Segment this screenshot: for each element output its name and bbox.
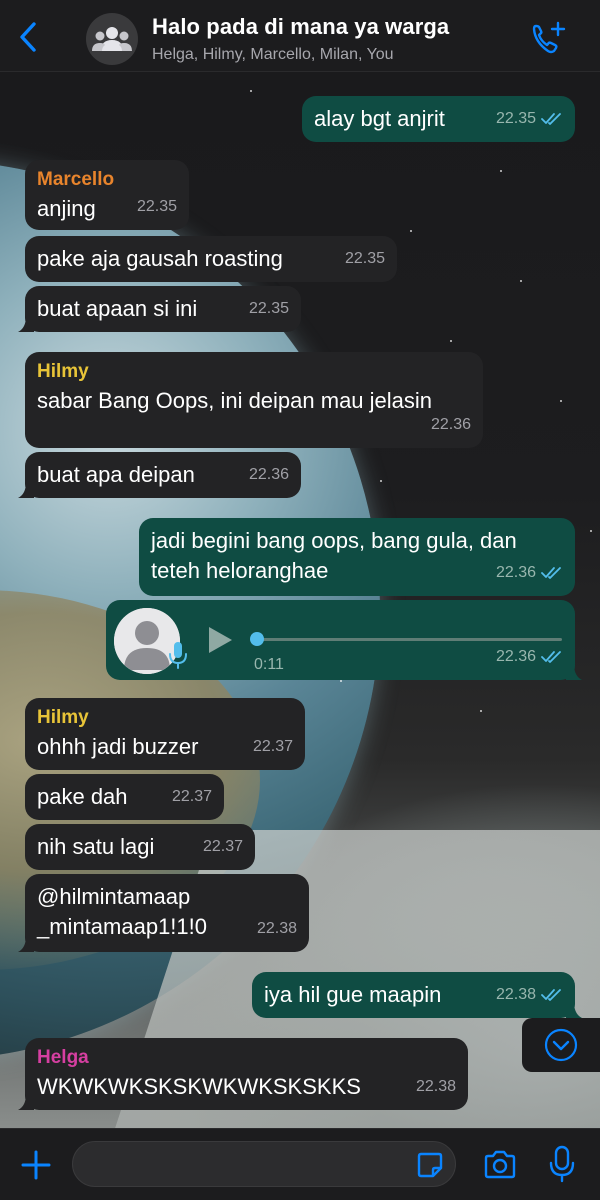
message-incoming[interactable]: Marcello anjing 22.35 [25, 160, 189, 230]
double-check-icon [541, 989, 561, 1001]
message-time: 22.38 [415, 1078, 456, 1095]
double-check-icon [541, 567, 561, 579]
message-incoming[interactable]: @hilmintamaap _mintamaap1!1!0 22.38 [18, 874, 309, 952]
message-outgoing[interactable]: iya hil gue maapin 22.38 [252, 972, 582, 1018]
wallpaper-star [590, 530, 592, 532]
play-button[interactable] [206, 625, 234, 655]
scroll-to-bottom-button[interactable] [522, 1018, 600, 1072]
message-text: nih satu lagi [37, 834, 155, 859]
message-incoming[interactable]: Helga WKWKWKSKSKWKWKSKSKKS 22.38 [18, 1038, 468, 1110]
group-avatar[interactable] [86, 13, 138, 65]
chevron-down-circle-icon [544, 1028, 578, 1062]
message-text: WKWKWKSKSKWKWKSKSKKS [37, 1074, 361, 1099]
message-time: 22.36 [248, 466, 289, 483]
message-time: 22.35 [248, 300, 289, 317]
message-meta: 22.35 [496, 104, 563, 134]
bubble-tail [18, 482, 34, 498]
message-incoming[interactable]: nih satu lagi 22.37 [25, 824, 255, 870]
message-incoming[interactable]: buat apa deipan 22.36 [18, 452, 301, 498]
wallpaper-star [250, 90, 252, 92]
message-meta: 22.36 [496, 558, 563, 588]
message-time: 22.37 [171, 788, 212, 805]
chevron-left-icon [20, 22, 36, 52]
message-text: anjing [37, 196, 96, 221]
message-text: ohhh jadi buzzer [37, 734, 199, 759]
phone-plus-icon [532, 21, 566, 54]
double-check-icon [541, 113, 561, 125]
message-text-line: @hilmintamaap [37, 884, 191, 909]
sticker-button[interactable] [416, 1151, 444, 1179]
message-time: 22.36 [495, 564, 536, 581]
message-input[interactable] [72, 1141, 456, 1187]
chat-members: Helga, Hilmy, Marcello, Milan, You [152, 46, 394, 63]
voice-message[interactable]: 0:11 22.36 [106, 600, 582, 680]
message-incoming[interactable]: pake dah 22.37 [25, 774, 224, 820]
message-sender: Hilmy [37, 707, 89, 728]
voice-duration: 0:11 [254, 656, 284, 673]
chat-header: Halo pada di mana ya warga Helga, Hilmy,… [0, 0, 600, 72]
camera-icon [484, 1150, 516, 1179]
message-incoming[interactable]: pake aja gausah roasting 22.35 [25, 236, 397, 282]
bubble-tail [566, 1002, 582, 1018]
message-text: buat apaan si ini [37, 296, 198, 321]
message-incoming[interactable]: Hilmy sabar Bang Oops, ini deipan mau je… [25, 352, 483, 448]
bubble-tail [18, 936, 34, 952]
wallpaper-star [410, 230, 412, 232]
sticker-icon [417, 1152, 443, 1178]
attach-button[interactable] [20, 1149, 52, 1181]
message-time: 22.36 [495, 648, 536, 665]
message-text: iya hil gue maapin [264, 982, 442, 1007]
wallpaper-star [500, 170, 502, 172]
message-text: pake dah [37, 784, 128, 809]
message-time: 22.37 [202, 838, 243, 855]
wallpaper-star [380, 480, 382, 482]
wallpaper-star [480, 710, 482, 712]
voice-progress-track[interactable] [256, 638, 562, 641]
bubble-tail [18, 1094, 34, 1110]
back-button[interactable] [14, 20, 44, 54]
group-icon [92, 27, 132, 51]
voice-progress-knob[interactable] [250, 632, 264, 646]
wallpaper-star [340, 680, 342, 682]
play-icon [209, 627, 232, 653]
message-sender: Hilmy [37, 361, 89, 382]
camera-button[interactable] [482, 1149, 518, 1181]
message-time: 22.37 [252, 738, 293, 755]
message-sender: Marcello [37, 169, 115, 190]
message-text-line: jadi begini bang oops, bang gula, dan [151, 528, 517, 553]
microphone-badge-icon [169, 642, 187, 669]
message-sender: Helga [37, 1047, 89, 1068]
plus-icon [21, 1150, 51, 1180]
chat-title-block[interactable]: Halo pada di mana ya warga Helga, Hilmy,… [152, 14, 449, 64]
message-time: 22.38 [256, 920, 297, 937]
bubble-tail [18, 316, 34, 332]
add-call-button[interactable] [528, 20, 568, 56]
chat-title: Halo pada di mana ya warga [152, 14, 450, 39]
message-meta: 22.38 [496, 980, 563, 1010]
message-text: pake aja gausah roasting [37, 246, 283, 271]
voice-record-button[interactable] [548, 1145, 576, 1183]
message-time: 22.35 [136, 198, 177, 215]
message-incoming[interactable]: buat apaan si ini 22.35 [18, 286, 301, 332]
message-time: 22.35 [344, 250, 385, 267]
message-text: sabar Bang Oops, ini deipan mau jelasin [37, 388, 433, 413]
message-time: 22.36 [430, 416, 471, 433]
message-outgoing[interactable]: jadi begini bang oops, bang gula, dan te… [139, 518, 575, 596]
message-time: 22.38 [495, 986, 536, 1003]
bubble-tail [566, 664, 582, 680]
wallpaper-star [450, 340, 452, 342]
microphone-icon [549, 1145, 575, 1183]
message-meta: 22.36 [496, 642, 563, 672]
wallpaper-star [560, 400, 562, 402]
message-text: alay bgt anjrit [314, 106, 445, 131]
message-time: 22.35 [495, 110, 536, 127]
message-composer [0, 1128, 600, 1200]
message-outgoing[interactable]: alay bgt anjrit 22.35 [302, 96, 575, 142]
message-incoming[interactable]: Hilmy ohhh jadi buzzer 22.37 [25, 698, 305, 770]
double-check-icon [541, 651, 561, 663]
wallpaper-star [520, 280, 522, 282]
message-text: buat apa deipan [37, 462, 195, 487]
